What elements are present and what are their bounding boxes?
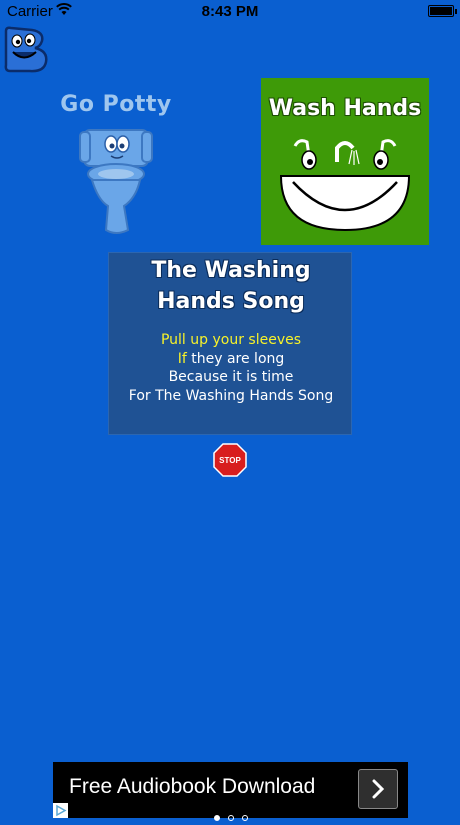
song-title-line-2: Hands Song [157,289,305,314]
lyric-highlight: Pull up your sleeves [160,332,302,348]
stop-button[interactable]: STOP [213,443,247,477]
ad-choices-icon[interactable] [53,803,68,818]
song-lyrics: Pull up your sleeves If they are long Be… [109,331,353,405]
stop-label: STOP [219,456,241,465]
battery-icon [428,5,457,17]
wash-hands-tile[interactable]: Wash Hands [261,78,429,245]
go-potty-tile[interactable]: Go Potty [60,80,172,240]
song-title-line-1: The Washing [151,258,311,283]
app-logo[interactable] [2,25,52,75]
page-dot [213,815,220,821]
lyric-highlight: If [177,350,187,367]
status-bar: Carrier 8:43 PM [0,0,460,24]
ad-banner[interactable]: Free Audiobook Download [53,762,408,821]
lyric-text: they are long [186,350,285,367]
sink-icon [279,139,411,232]
ad-next-button[interactable] [358,769,398,809]
ad-text[interactable]: Free Audiobook Download [69,775,315,799]
go-potty-label: Go Potty [60,92,172,117]
page-dot [241,815,248,821]
page-dot [227,815,234,821]
wash-hands-label: Wash Hands [268,96,422,121]
lyric-line-4: For The Washing Hands Song [128,387,334,404]
clock: 8:43 PM [201,3,259,20]
lyric-line-2: If they are long [109,350,353,369]
toilet-icon [79,129,153,234]
ad-page-indicator [53,806,408,825]
song-title: The Washing Hands Song [109,255,353,317]
lyric-line-3: Because it is time [168,369,294,385]
song-lyrics-card: The Washing Hands Song Pull up your slee… [108,252,352,435]
chevron-right-icon [372,779,385,799]
lyric-line-1: Pull up your sleeves [109,331,353,350]
